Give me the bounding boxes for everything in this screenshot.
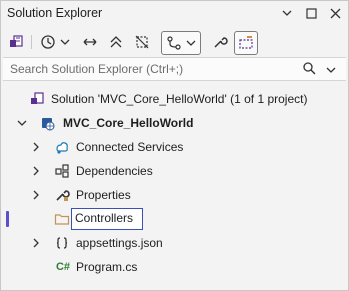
chevron-down-icon [60, 39, 70, 45]
show-all-files-button[interactable] [133, 31, 151, 53]
tree-item-solution[interactable]: Solution 'MVC_Core_HelloWorld' (1 of 1 p… [1, 87, 348, 111]
json-file-icon [54, 235, 70, 251]
project-label: MVC_Core_HelloWorld [63, 116, 194, 130]
appsettings-label: appsettings.json [76, 236, 163, 250]
history-dropdown-button[interactable] [59, 31, 71, 53]
clock-history-icon [41, 35, 55, 49]
properties-label: Properties [76, 188, 131, 202]
properties-button[interactable] [211, 31, 229, 53]
show-all-files-icon [135, 35, 149, 49]
search-options-chevron-icon[interactable] [326, 64, 336, 78]
wrench-icon [214, 37, 228, 48]
title-bar: Solution Explorer [1, 1, 348, 27]
chevron-down-icon [186, 40, 196, 46]
close-icon[interactable] [328, 6, 342, 20]
rename-box [71, 208, 143, 230]
chevron-down-icon[interactable] [280, 6, 294, 20]
expanded-chevron-icon[interactable] [17, 118, 27, 128]
search-icon[interactable] [303, 62, 316, 78]
pending-changes-filter-button[interactable] [161, 31, 201, 55]
connected-services-label: Connected Services [76, 140, 184, 154]
panel-title: Solution Explorer [7, 6, 103, 20]
switch-views-button[interactable] [7, 31, 25, 53]
rename-input[interactable] [72, 209, 141, 227]
switch-views-icon [10, 35, 23, 47]
tree-item-program[interactable]: C# Program.cs [1, 255, 348, 279]
preview-icon [239, 36, 253, 49]
search-input[interactable] [8, 60, 292, 78]
connected-services-icon [54, 139, 70, 155]
solution-label: Solution 'MVC_Core_HelloWorld' (1 of 1 p… [51, 92, 308, 106]
web-project-icon [39, 115, 55, 131]
folder-icon [54, 211, 70, 227]
toolbar [1, 28, 348, 56]
maximize-icon[interactable] [304, 6, 318, 20]
search-box [3, 57, 346, 81]
collapsed-chevron-icon[interactable] [31, 190, 41, 200]
tree-item-properties[interactable]: Properties [1, 183, 348, 207]
tree-item-dependencies[interactable]: Dependencies [1, 159, 348, 183]
collapsed-chevron-icon[interactable] [31, 142, 41, 152]
sync-active-document-button[interactable] [81, 31, 99, 53]
sync-arrows-icon [83, 38, 97, 46]
toolbar-separator [31, 35, 32, 49]
dependencies-icon [54, 163, 70, 179]
selection-indicator [6, 211, 9, 227]
program-label: Program.cs [76, 260, 138, 274]
solution-icon [29, 91, 45, 107]
properties-icon [54, 187, 70, 203]
collapse-all-icon [110, 36, 122, 48]
tree-item-project[interactable]: MVC_Core_HelloWorld [1, 111, 348, 135]
history-button[interactable] [39, 31, 57, 53]
collapse-all-button[interactable] [107, 31, 125, 53]
dependencies-label: Dependencies [76, 164, 153, 178]
collapsed-chevron-icon[interactable] [31, 238, 41, 248]
collapsed-chevron-icon[interactable] [31, 166, 41, 176]
window-controls [280, 6, 342, 20]
csharp-file-icon: C# [55, 261, 71, 273]
tree-item-controllers[interactable] [1, 207, 348, 231]
preview-selected-items-button[interactable] [234, 31, 258, 55]
git-filter-icon [167, 36, 181, 50]
tree-item-connected-services[interactable]: Connected Services [1, 135, 348, 159]
tree-item-appsettings[interactable]: appsettings.json [1, 231, 348, 255]
solution-explorer-panel: Solution Explorer Search Solution Explor… [0, 0, 349, 291]
